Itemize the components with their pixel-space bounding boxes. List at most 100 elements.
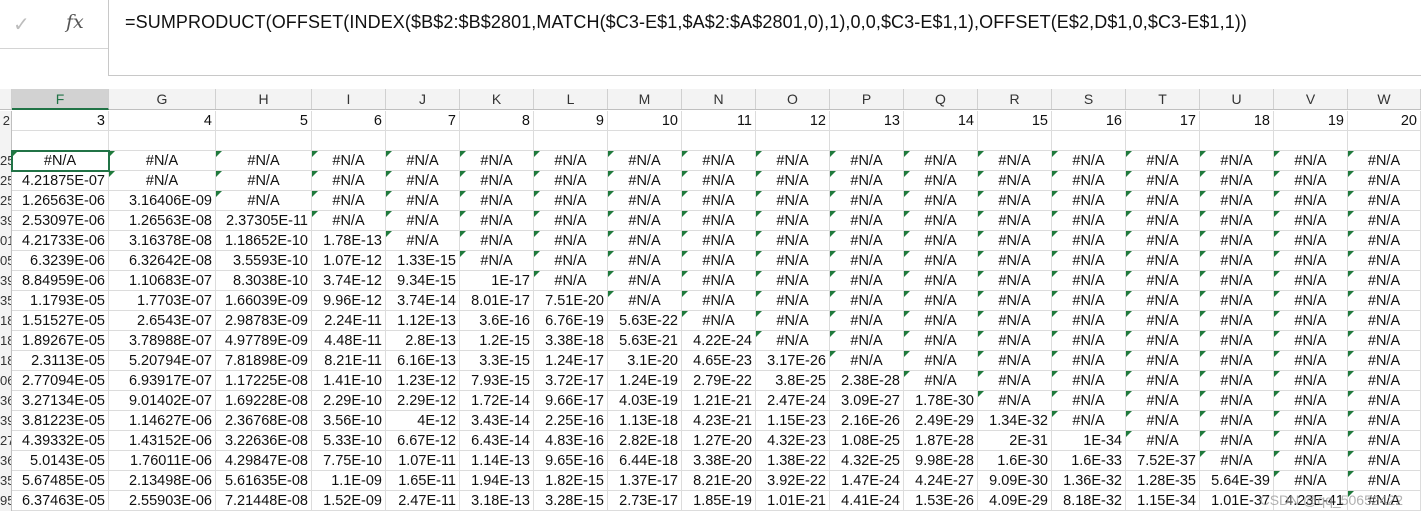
cell-w[interactable]: #N/A	[1348, 411, 1421, 431]
cell-u[interactable]: #N/A	[1200, 231, 1274, 251]
row-header[interactable]: 95	[0, 491, 12, 511]
cell-o[interactable]: 3.8E-25	[756, 371, 830, 391]
row-header[interactable]	[0, 131, 12, 151]
cell-m[interactable]	[608, 131, 682, 151]
cell-t[interactable]: #N/A	[1126, 431, 1200, 451]
cell-w[interactable]: #N/A	[1348, 231, 1421, 251]
row-header[interactable]: 06	[0, 371, 12, 391]
cell-t[interactable]: #N/A	[1126, 391, 1200, 411]
cell-h[interactable]: 5	[216, 111, 312, 131]
column-header-r[interactable]: R	[978, 89, 1052, 109]
cell-f[interactable]: #N/A	[12, 151, 109, 171]
cell-h[interactable]: #N/A	[216, 171, 312, 191]
cell-r[interactable]: 4.09E-29	[978, 491, 1052, 511]
cell-u[interactable]: #N/A	[1200, 371, 1274, 391]
cell-s[interactable]: 1E-34	[1052, 431, 1126, 451]
cell-n[interactable]: 4.23E-21	[682, 411, 756, 431]
cell-m[interactable]: #N/A	[608, 171, 682, 191]
cell-w[interactable]: #N/A	[1348, 311, 1421, 331]
cell-f[interactable]: 4.39332E-05	[12, 431, 109, 451]
cell-i[interactable]: 5.33E-10	[312, 431, 386, 451]
cell-f[interactable]: 1.89267E-05	[12, 331, 109, 351]
cell-i[interactable]: 1.1E-09	[312, 471, 386, 491]
cell-p[interactable]: #N/A	[830, 151, 904, 171]
row-header[interactable]: 18	[0, 351, 12, 371]
cell-s[interactable]: #N/A	[1052, 271, 1126, 291]
cell-n[interactable]: 4.65E-23	[682, 351, 756, 371]
cell-h[interactable]: 3.5593E-10	[216, 251, 312, 271]
cell-s[interactable]: #N/A	[1052, 191, 1126, 211]
cell-l[interactable]: 3.38E-18	[534, 331, 608, 351]
cell-r[interactable]: 9.09E-30	[978, 471, 1052, 491]
insert-function-icon[interactable]: fx	[66, 11, 84, 33]
cell-s[interactable]: 8.18E-32	[1052, 491, 1126, 511]
cell-v[interactable]: #N/A	[1274, 171, 1348, 191]
cell-i[interactable]: #N/A	[312, 171, 386, 191]
cell-t[interactable]	[1126, 131, 1200, 151]
cell-k[interactable]: #N/A	[460, 191, 534, 211]
cell-v[interactable]: #N/A	[1274, 471, 1348, 491]
cell-k[interactable]: #N/A	[460, 251, 534, 271]
cell-g[interactable]: #N/A	[109, 171, 216, 191]
cell-o[interactable]: #N/A	[756, 291, 830, 311]
cell-n[interactable]: #N/A	[682, 191, 756, 211]
cell-o[interactable]: #N/A	[756, 151, 830, 171]
cell-j[interactable]: #N/A	[386, 211, 460, 231]
cell-w[interactable]: #N/A	[1348, 331, 1421, 351]
cell-v[interactable]: #N/A	[1274, 231, 1348, 251]
cell-t[interactable]: #N/A	[1126, 251, 1200, 271]
cell-k[interactable]: 3.43E-14	[460, 411, 534, 431]
cell-g[interactable]: 6.93917E-07	[109, 371, 216, 391]
cell-v[interactable]: #N/A	[1274, 411, 1348, 431]
cell-l[interactable]	[534, 131, 608, 151]
cell-o[interactable]: #N/A	[756, 231, 830, 251]
cell-v[interactable]	[1274, 131, 1348, 151]
cell-t[interactable]: #N/A	[1126, 271, 1200, 291]
cell-j[interactable]: 1.12E-13	[386, 311, 460, 331]
cell-w[interactable]: 20	[1348, 111, 1421, 131]
column-header-w[interactable]: W	[1348, 89, 1421, 109]
cell-n[interactable]: #N/A	[682, 211, 756, 231]
cell-r[interactable]: #N/A	[978, 211, 1052, 231]
cell-k[interactable]: 8.01E-17	[460, 291, 534, 311]
cell-v[interactable]: #N/A	[1274, 311, 1348, 331]
cell-u[interactable]: 5.64E-39	[1200, 471, 1274, 491]
row-header[interactable]: 2	[0, 111, 12, 131]
cell-t[interactable]: #N/A	[1126, 371, 1200, 391]
cell-j[interactable]: #N/A	[386, 171, 460, 191]
cell-j[interactable]: 1.23E-12	[386, 371, 460, 391]
cell-m[interactable]: 2.82E-18	[608, 431, 682, 451]
cell-h[interactable]: #N/A	[216, 151, 312, 171]
cell-q[interactable]: 1.53E-26	[904, 491, 978, 511]
cell-q[interactable]	[904, 131, 978, 151]
cell-r[interactable]: 1.6E-30	[978, 451, 1052, 471]
cell-k[interactable]: 6.43E-14	[460, 431, 534, 451]
cell-h[interactable]: 4.97789E-09	[216, 331, 312, 351]
cell-v[interactable]: #N/A	[1274, 371, 1348, 391]
cell-s[interactable]: #N/A	[1052, 231, 1126, 251]
cell-u[interactable]: #N/A	[1200, 331, 1274, 351]
cell-m[interactable]: 1.13E-18	[608, 411, 682, 431]
cell-o[interactable]: #N/A	[756, 331, 830, 351]
cell-s[interactable]: #N/A	[1052, 171, 1126, 191]
cell-q[interactable]: 2.49E-29	[904, 411, 978, 431]
cell-g[interactable]: 1.76011E-06	[109, 451, 216, 471]
cell-p[interactable]: 3.09E-27	[830, 391, 904, 411]
row-header[interactable]: 05	[0, 251, 12, 271]
cell-h[interactable]: 3.22636E-08	[216, 431, 312, 451]
cell-r[interactable]: #N/A	[978, 311, 1052, 331]
cell-m[interactable]: #N/A	[608, 191, 682, 211]
cell-i[interactable]: 2.29E-10	[312, 391, 386, 411]
cell-n[interactable]: #N/A	[682, 291, 756, 311]
row-header[interactable]: 35	[0, 471, 12, 491]
cell-j[interactable]: 1.65E-11	[386, 471, 460, 491]
cell-g[interactable]: 2.13498E-06	[109, 471, 216, 491]
cell-r[interactable]: 2E-31	[978, 431, 1052, 451]
cell-v[interactable]: #N/A	[1274, 211, 1348, 231]
row-header[interactable]: 25	[0, 151, 12, 171]
cell-s[interactable]: 16	[1052, 111, 1126, 131]
cell-t[interactable]: #N/A	[1126, 171, 1200, 191]
cell-l[interactable]: #N/A	[534, 171, 608, 191]
cell-m[interactable]: #N/A	[608, 231, 682, 251]
cell-h[interactable]: 8.3038E-10	[216, 271, 312, 291]
